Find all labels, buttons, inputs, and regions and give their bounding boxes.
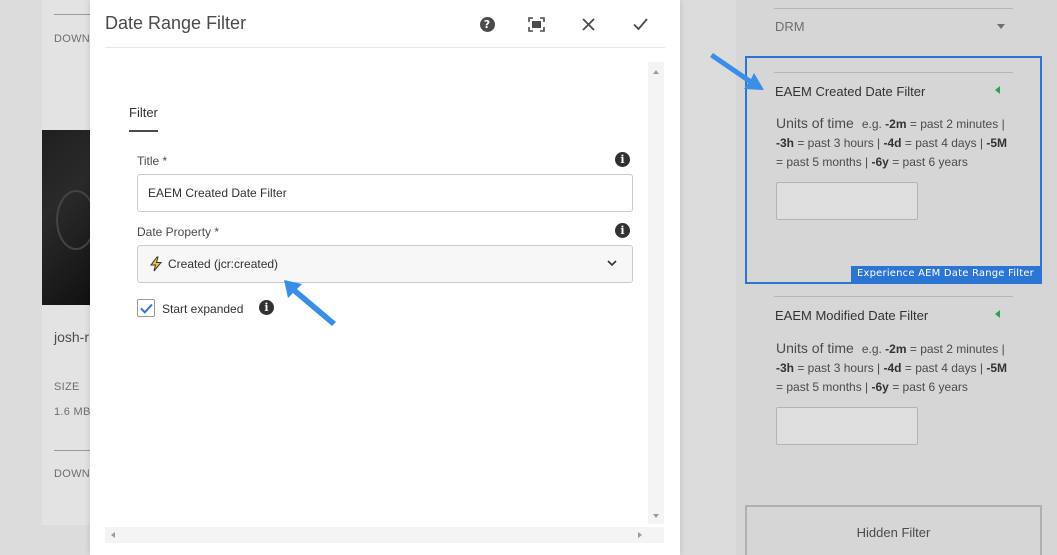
start-expanded-checkbox[interactable] [137,299,155,317]
asset-name: josh-r [54,329,90,345]
divider [774,8,1013,9]
modified-date-input[interactable] [776,407,918,445]
download-link[interactable]: DOWN [54,468,90,480]
annotation-arrow [710,53,764,90]
checkmark-icon [632,18,648,30]
modified-filter-help: Units of time e.g. -2m = past 2 minutes |… [776,340,1008,394]
annotation-arrow [284,280,336,326]
dialog-header: Date Range Filter ? [105,0,665,48]
fullscreen-icon [527,16,545,32]
collapse-triangle-icon[interactable] [995,310,1000,318]
tab-filter[interactable]: Filter [129,105,158,132]
info-icon[interactable]: i [615,223,630,238]
date-property-value: Created (jcr:created) [168,257,279,271]
info-icon[interactable]: i [259,300,274,315]
date-property-label: Date Property * [137,225,220,239]
help-icon: ? [479,16,495,32]
download-link[interactable]: DOWN [54,33,90,45]
created-date-input[interactable] [776,182,918,220]
checkmark-icon [139,303,153,314]
scroll-up-icon[interactable] [653,70,659,74]
close-icon [581,17,595,31]
info-icon[interactable]: i [615,152,630,167]
lightning-bolt-icon [150,256,163,272]
chevron-down-icon[interactable] [997,24,1005,29]
vertical-scrollbar[interactable] [648,62,664,524]
created-filter-help: Units of time e.g. -2m = past 2 minutes |… [776,115,1008,169]
scroll-left-icon[interactable] [111,532,115,538]
title-field-label: Title * [137,154,168,168]
drm-filter-label[interactable]: DRM [775,19,805,34]
start-expanded-label[interactable]: Start expanded [162,302,243,316]
size-label: SIZE [54,381,80,393]
help-button[interactable]: ? [475,12,499,36]
dialog-title: Date Range Filter [105,13,247,33]
scroll-right-icon[interactable] [638,532,642,538]
scroll-down-icon[interactable] [653,514,659,518]
done-button[interactable] [628,12,652,36]
title-input[interactable] [137,174,633,212]
modified-filter-title[interactable]: EAEM Modified Date Filter [775,308,928,323]
divider [774,296,1013,297]
chevron-down-icon [607,260,617,267]
size-value: 1.6 MB [54,406,91,418]
component-badge: Experience AEM Date Range Filter [850,266,1040,282]
fullscreen-button[interactable] [524,12,548,36]
hidden-filter-box[interactable]: Hidden Filter [745,505,1042,555]
date-property-select[interactable]: Created (jcr:created) [137,245,633,283]
asset-thumbnail [42,130,96,305]
horizontal-scrollbar[interactable] [105,527,664,543]
collapse-triangle-icon[interactable] [995,86,1000,94]
created-filter-title[interactable]: EAEM Created Date Filter [775,84,925,99]
close-button[interactable] [576,12,600,36]
